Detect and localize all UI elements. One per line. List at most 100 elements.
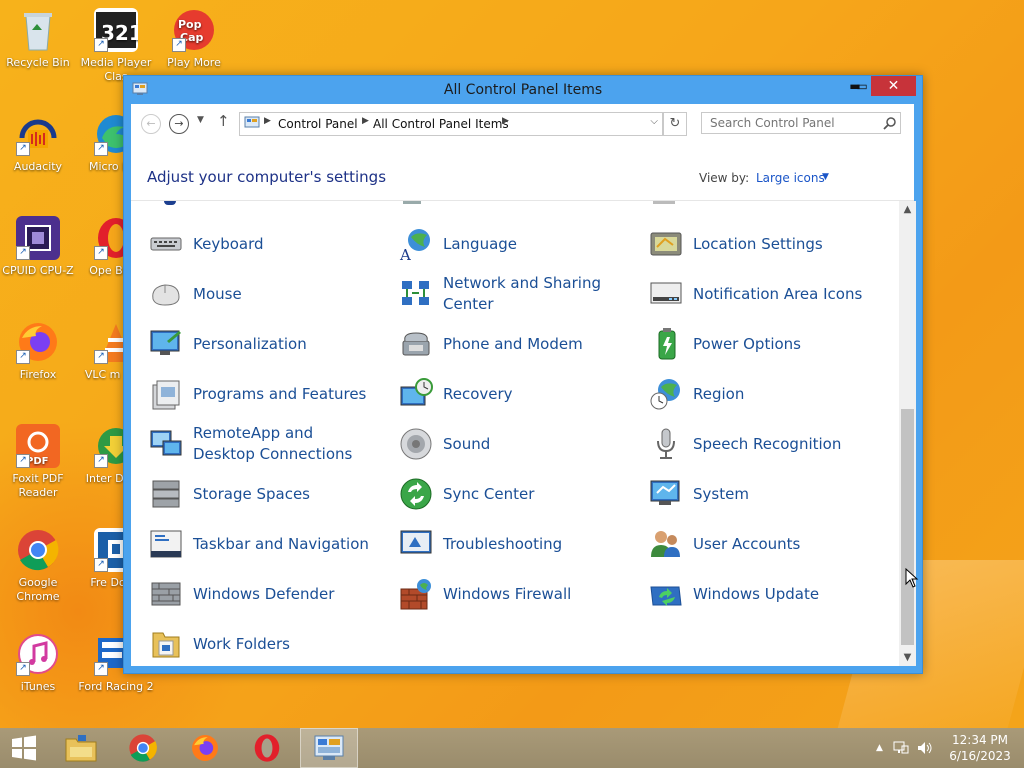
- cp-item-windows-update[interactable]: Windows Update: [639, 569, 879, 619]
- media-player-icon: 321 ↗: [94, 8, 143, 52]
- recovery-icon: [399, 377, 433, 411]
- item-label: Keyboard: [193, 234, 264, 253]
- view-by-label: View by:: [699, 171, 750, 185]
- cp-item-storage-spaces[interactable]: Storage Spaces: [139, 469, 379, 519]
- chrome-icon: [129, 734, 157, 762]
- cp-item-sync-center[interactable]: Sync Center: [389, 469, 629, 519]
- breadcrumb-all-items[interactable]: All Control Panel Items: [373, 117, 509, 131]
- item-label: Personalization: [193, 334, 307, 353]
- breadcrumb-separator[interactable]: ▶: [362, 116, 369, 126]
- windows-logo-icon: [12, 735, 36, 761]
- troubleshooting-icon: [399, 527, 433, 561]
- cp-item-language[interactable]: A Language: [389, 219, 629, 269]
- volume-icon[interactable]: [917, 741, 933, 755]
- item-label: Recovery: [443, 384, 513, 403]
- cp-item-network-sharing[interactable]: Network and Sharing Center: [389, 269, 629, 319]
- chevron-down-icon[interactable]: ▼: [822, 172, 829, 182]
- update-icon: [649, 577, 683, 611]
- item-label: Notification Area Icons: [693, 284, 863, 303]
- taskbar-firefox[interactable]: [176, 728, 234, 768]
- cp-item-troubleshooting[interactable]: Troubleshooting: [389, 519, 629, 569]
- up-button[interactable]: ↑: [217, 112, 230, 130]
- cp-item-personalization[interactable]: Personalization: [139, 319, 379, 369]
- clock[interactable]: 12:34 PM 6/16/2023: [940, 732, 1020, 764]
- cp-item-location-settings[interactable]: Location Settings: [639, 219, 879, 269]
- cp-item-notification-area[interactable]: Notification Area Icons: [639, 269, 879, 319]
- recent-locations-button[interactable]: ▼: [197, 115, 204, 125]
- cp-item-mouse[interactable]: Mouse: [139, 269, 379, 319]
- cp-item-recovery[interactable]: Recovery: [389, 369, 629, 419]
- search-input[interactable]: [701, 112, 901, 134]
- sync-icon: [399, 477, 433, 511]
- item-label: Windows Defender: [193, 584, 335, 603]
- desktop-icon-itunes[interactable]: ↗ iTunes: [0, 632, 76, 694]
- breadcrumb-separator[interactable]: ▶: [502, 116, 509, 126]
- item-label: Network and Sharing Center: [443, 274, 601, 313]
- up-arrow-icon: ↑: [217, 112, 230, 130]
- search-icon[interactable]: [883, 116, 897, 130]
- breadcrumb-separator[interactable]: ▶: [264, 116, 271, 126]
- desktop-icon-play-more[interactable]: Pop Cap ↗ Play More: [156, 8, 232, 70]
- region-icon: [649, 377, 683, 411]
- notification-icon: [649, 277, 683, 311]
- cp-item-region[interactable]: Region: [639, 369, 879, 419]
- back-button[interactable]: ←: [141, 114, 161, 134]
- address-dropdown-icon[interactable]: ⌵: [650, 116, 658, 127]
- cp-item-power-options[interactable]: Power Options: [639, 319, 879, 369]
- item-label: Storage Spaces: [193, 484, 310, 503]
- desktop-icon-chrome[interactable]: Google Chrome: [0, 528, 76, 604]
- personalization-icon: [149, 327, 183, 361]
- maximize-button[interactable]: ▭: [852, 76, 872, 96]
- desktop-icon-firefox[interactable]: ↗ Firefox: [0, 320, 76, 382]
- itunes-icon: ↗: [16, 632, 60, 676]
- desktop-icon-foxit[interactable]: PDF ↗ Foxit PDF Reader: [0, 424, 76, 500]
- cp-item-keyboard[interactable]: Keyboard: [139, 219, 379, 269]
- cp-item-windows-defender[interactable]: Windows Defender: [139, 569, 379, 619]
- clock-time: 12:34 PM: [952, 733, 1008, 747]
- firewall-icon: [399, 577, 433, 611]
- control-panel-window[interactable]: All Control Panel Items ▬ ▭ ✕ ← → ▼ ↑ ▶ …: [123, 75, 923, 674]
- start-button[interactable]: [0, 728, 48, 768]
- item-label: Phone and Modem: [443, 334, 583, 353]
- show-hidden-icons-button[interactable]: ▲: [876, 743, 883, 753]
- cp-item-work-folders[interactable]: Work Folders: [139, 619, 379, 666]
- audacity-icon: ↗: [16, 112, 60, 156]
- desktop-icon-audacity[interactable]: ↗ Audacity: [0, 112, 76, 174]
- taskbar-file-explorer[interactable]: [52, 728, 110, 768]
- taskbar-chrome[interactable]: [114, 728, 172, 768]
- vertical-scrollbar[interactable]: ▲ ▼: [899, 201, 916, 666]
- cp-item-phone-modem[interactable]: Phone and Modem: [389, 319, 629, 369]
- system-icon: [649, 477, 683, 511]
- taskbar-control-panel[interactable]: [300, 728, 358, 768]
- desktop-icon-cpuz[interactable]: ↗ CPUID CPU-Z: [0, 216, 76, 278]
- microphone-icon: [649, 427, 683, 461]
- storage-icon: [149, 477, 183, 511]
- network-status-icon[interactable]: [893, 741, 909, 755]
- refresh-button[interactable]: ↻: [663, 112, 687, 136]
- cp-item-taskbar-navigation[interactable]: Taskbar and Navigation: [139, 519, 379, 569]
- cp-item-system[interactable]: System: [639, 469, 879, 519]
- desktop-icon-media-player[interactable]: 321 ↗ Media Player Clas: [78, 8, 154, 84]
- title-bar[interactable]: All Control Panel Items ▬ ▭ ✕: [124, 76, 922, 104]
- breadcrumb-control-panel[interactable]: Control Panel: [278, 117, 358, 131]
- scroll-up-button[interactable]: ▲: [899, 201, 916, 218]
- forward-button[interactable]: →: [169, 114, 189, 134]
- item-label: System: [693, 484, 749, 503]
- item-label: Speech Recognition: [693, 434, 842, 453]
- mouse-cursor-icon: [905, 568, 919, 588]
- cp-item-sound[interactable]: Sound: [389, 419, 629, 469]
- cp-item-programs-features[interactable]: Programs and Features: [139, 369, 379, 419]
- cp-item-user-accounts[interactable]: User Accounts: [639, 519, 879, 569]
- desktop-icon-recycle-bin[interactable]: Recycle Bin: [0, 8, 76, 70]
- address-bar[interactable]: ▶ Control Panel ▶ All Control Panel Item…: [239, 112, 663, 136]
- cp-item-windows-firewall[interactable]: Windows Firewall: [389, 569, 629, 619]
- scrollbar-thumb[interactable]: [901, 409, 914, 645]
- item-label: Programs and Features: [193, 384, 367, 403]
- view-by-dropdown[interactable]: Large icons: [756, 171, 825, 185]
- item-label: RemoteApp and Desktop Connections: [193, 424, 353, 463]
- close-button[interactable]: ✕: [871, 76, 916, 96]
- cp-item-speech-recognition[interactable]: Speech Recognition: [639, 419, 879, 469]
- cp-item-remoteapp[interactable]: RemoteApp and Desktop Connections: [139, 419, 379, 469]
- scroll-down-button[interactable]: ▼: [899, 649, 916, 666]
- taskbar-opera[interactable]: [238, 728, 296, 768]
